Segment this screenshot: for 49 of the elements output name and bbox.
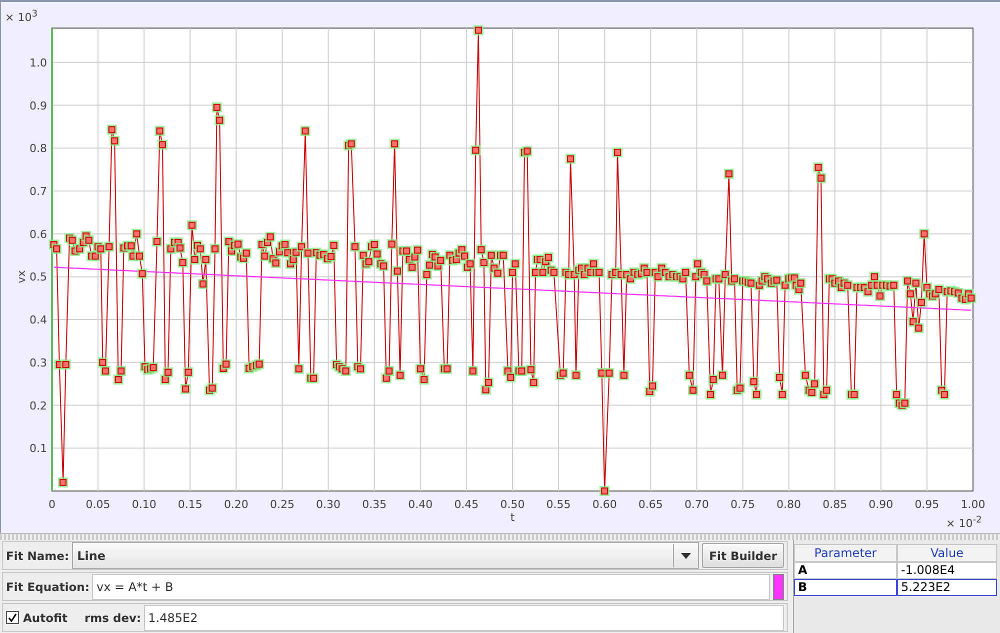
fit-name-dropdown[interactable]: Line xyxy=(72,542,700,569)
checkbox-label: Autofit xyxy=(23,610,68,624)
tick-label: 0.8 xyxy=(30,142,47,156)
tick-label: 0.80 xyxy=(776,498,802,511)
tick-label: 0.10 xyxy=(132,498,156,511)
tick-label: 1.0 xyxy=(30,56,47,70)
column-header[interactable]: Value xyxy=(897,544,997,562)
tick-label: 0 xyxy=(48,498,56,511)
tick-label: 0.9 xyxy=(30,99,47,112)
tick-label: 0.70 xyxy=(684,498,709,511)
tick-label: 0.2 xyxy=(30,399,47,412)
tick-label: 0.50 xyxy=(500,498,525,511)
tick-label: 0.3 xyxy=(30,356,47,370)
tick-label: 0.7 xyxy=(30,184,47,198)
tick-label: 0.1 xyxy=(30,442,47,456)
table-cell[interactable]: A xyxy=(794,562,897,579)
axis-label: vx xyxy=(15,270,28,284)
tick-label: 0.4 xyxy=(30,314,47,327)
tick-label: 0.55 xyxy=(546,498,571,511)
tick-label: 0.15 xyxy=(178,498,202,511)
tick-label: 0.45 xyxy=(454,498,479,511)
table-cell[interactable]: -1.008E4 xyxy=(897,562,997,579)
equation-field[interactable]: vx = A*t + B xyxy=(92,574,770,600)
tick-label: 0.6 xyxy=(30,228,47,241)
tick-label: 0.35 xyxy=(362,498,387,511)
tick-label: 0.75 xyxy=(730,498,755,511)
tick-label: 0.30 xyxy=(316,498,341,511)
tick-label: 0.60 xyxy=(592,498,617,511)
axis-multiplier: × 10$^{-2}$ xyxy=(946,517,982,530)
field-label: Fit Name: xyxy=(6,548,70,562)
tick-label: 0.90 xyxy=(868,498,894,511)
tick-label: 0.95 xyxy=(914,498,940,511)
field-label: Fit Equation: xyxy=(6,580,90,594)
tick-label: 0.85 xyxy=(822,498,848,511)
tick-label: 0.65 xyxy=(638,498,663,511)
rms-field[interactable]: 1.485E2 xyxy=(144,604,784,630)
tick-label: 0.05 xyxy=(86,498,110,511)
axis-label: t xyxy=(510,511,515,524)
fit-builder-button[interactable]: Fit Builder xyxy=(702,543,784,568)
axis-multiplier: × 10$^{3}$ xyxy=(5,11,38,24)
tick-label: 1.00 xyxy=(960,498,986,511)
table-cell[interactable]: 5.223E2 xyxy=(897,579,997,596)
tick-label: 0.5 xyxy=(30,270,47,284)
table-cell[interactable]: B xyxy=(794,579,897,596)
tick-label: 0.40 xyxy=(408,498,433,511)
field-label: rms dev: xyxy=(84,610,142,624)
column-header[interactable]: Parameter xyxy=(794,544,897,562)
tick-label: 0.25 xyxy=(270,498,294,511)
tick-label: 0.20 xyxy=(224,498,248,511)
